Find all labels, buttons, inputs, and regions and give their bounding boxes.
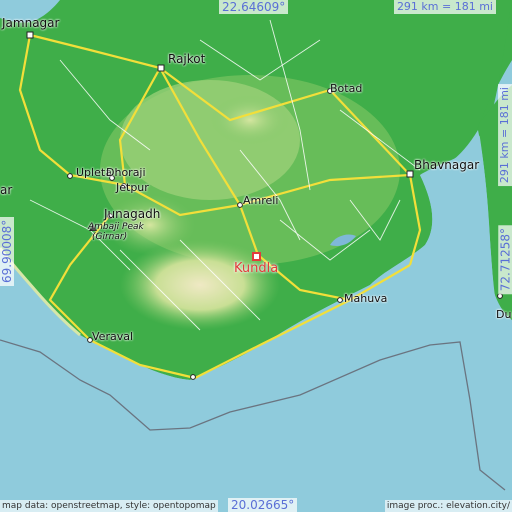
highlight-city-label: Kundla [234, 261, 279, 276]
city-label-botad: Botad [330, 82, 363, 95]
map-terrain [0, 0, 512, 512]
map-data-credit: map data: openstreetmap, style: opentopo… [0, 500, 218, 512]
city-label-partial-left: ar [0, 183, 13, 197]
city-label-ambaji-peak: Ambaji Peak [88, 222, 144, 232]
latitude-bottom-label: 20.02665° [228, 498, 298, 512]
city-label-rajkot: Rajkot [168, 52, 206, 66]
city-label-mahuva: Mahuva [344, 292, 388, 305]
image-processing-credit[interactable]: image proc.: elevation.city/ [384, 500, 512, 512]
city-label-jamnagar: Jamnagar [2, 16, 60, 30]
longitude-right-label: 72.71258° [498, 225, 512, 295]
city-label-girnar: (Girnar) [92, 232, 128, 242]
scale-label-top: 291 km = 181 mi [393, 0, 496, 14]
city-label-bhavnagar: Bhavnagar [414, 158, 480, 172]
longitude-left-label: 69.90008° [0, 216, 14, 286]
city-label-partial-right: Du [496, 308, 512, 321]
latitude-top-label: 22.64609° [219, 0, 289, 14]
city-label-junagadh: Junagadh [104, 207, 161, 221]
city-label-jetpur: Jetpur [116, 181, 149, 194]
city-label-amreli: Amreli [243, 194, 279, 207]
scale-label-right: 291 km = 181 mi [498, 84, 512, 187]
city-label-veraval: Veraval [92, 330, 134, 343]
city-label-dhoraji: Dhoraji [106, 166, 146, 179]
map-view[interactable]: Jamnagar Rajkot Botad Bhavnagar Upleta D… [0, 0, 512, 512]
highlight-marker [252, 252, 261, 261]
